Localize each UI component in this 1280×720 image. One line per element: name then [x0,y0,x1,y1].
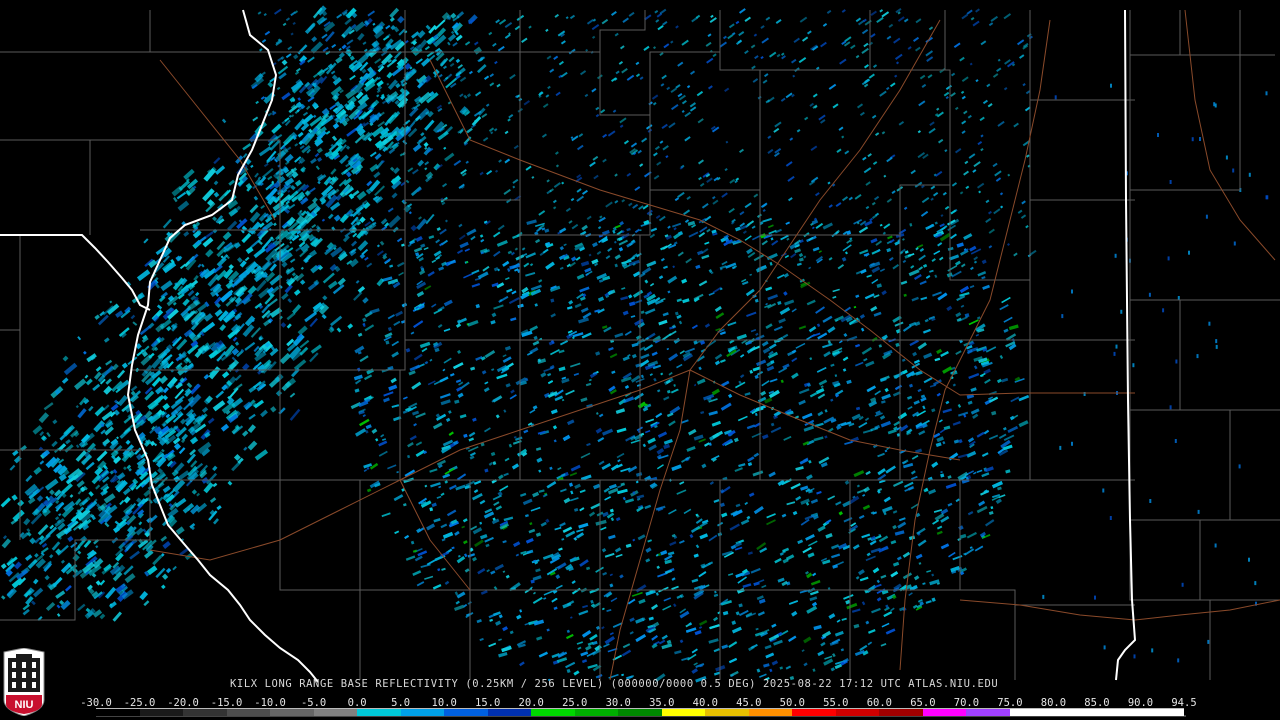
colorbar-segment [661,709,706,716]
product-caption: KILX LONG RANGE BASE REFLECTIVITY (0.25K… [230,678,999,690]
colorbar-segment [400,709,445,716]
colorbar-segment [618,709,662,716]
colorbar-segment [1096,709,1141,716]
reflectivity-colorbar [96,708,1184,716]
colorbar-segment [835,709,880,716]
colorbar-segment [531,709,575,716]
colorbar-segment [96,709,140,716]
colorbar-segment [574,709,619,716]
logo-text: NIU [15,699,34,711]
colorbar-segment [357,709,401,716]
radar-map [0,0,1280,720]
colorbar-segment [270,709,314,716]
colorbar-segment [313,709,358,716]
colorbar-segment [1009,709,1054,716]
colorbar-segment [922,709,967,716]
colorbar-segment [183,709,227,716]
colorbar-segment [1053,709,1097,716]
colorbar-segment [139,709,184,716]
colorbar-segment [966,709,1010,716]
niu-tower-logo-icon: NIU [3,648,45,716]
colorbar-segment [1140,709,1184,716]
radar-display: KILX LONG RANGE BASE REFLECTIVITY (0.25K… [0,0,1280,720]
colorbar-segment [487,709,532,716]
colorbar-segment [748,709,793,716]
colorbar-segment [444,709,488,716]
colorbar-segment [879,709,923,716]
colorbar-segment [226,709,271,716]
colorbar-segment [792,709,836,716]
colorbar-segment [705,709,749,716]
